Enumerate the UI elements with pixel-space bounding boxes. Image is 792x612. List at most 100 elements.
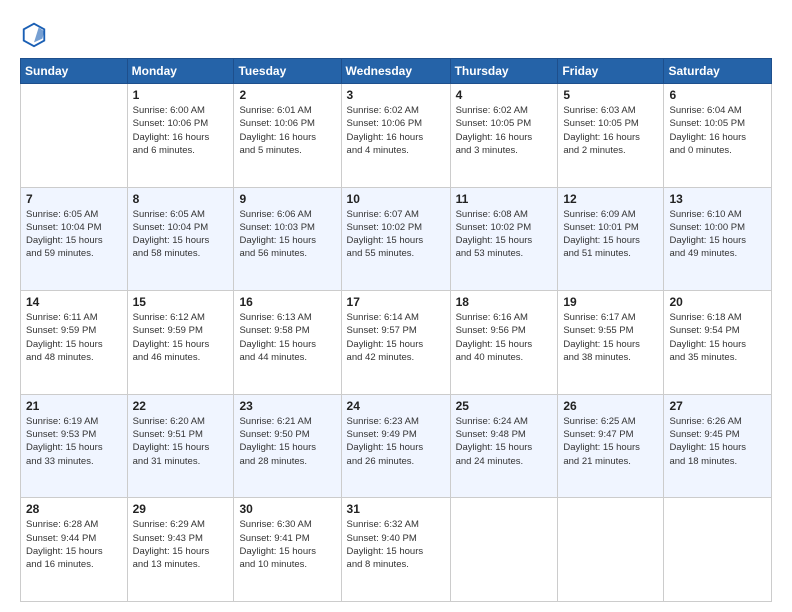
day-info: Sunrise: 6:19 AM Sunset: 9:53 PM Dayligh… xyxy=(26,415,122,468)
calendar-cell: 18 Sunrise: 6:16 AM Sunset: 9:56 PM Dayli… xyxy=(450,291,558,395)
day-header-tuesday: Tuesday xyxy=(234,59,341,84)
calendar-cell xyxy=(664,498,772,602)
day-info: Sunrise: 6:18 AM Sunset: 9:54 PM Dayligh… xyxy=(669,311,766,364)
day-number: 10 xyxy=(347,192,445,206)
day-number: 22 xyxy=(133,399,229,413)
day-number: 16 xyxy=(239,295,335,309)
day-info: Sunrise: 6:02 AM Sunset: 10:06 PM Daylig… xyxy=(347,104,445,157)
day-number: 20 xyxy=(669,295,766,309)
day-info: Sunrise: 6:21 AM Sunset: 9:50 PM Dayligh… xyxy=(239,415,335,468)
calendar-cell: 20 Sunrise: 6:18 AM Sunset: 9:54 PM Dayli… xyxy=(664,291,772,395)
day-number: 28 xyxy=(26,502,122,516)
day-header-wednesday: Wednesday xyxy=(341,59,450,84)
day-number: 4 xyxy=(456,88,553,102)
day-number: 27 xyxy=(669,399,766,413)
calendar-cell: 31 Sunrise: 6:32 AM Sunset: 9:40 PM Dayli… xyxy=(341,498,450,602)
day-number: 29 xyxy=(133,502,229,516)
week-row-3: 14 Sunrise: 6:11 AM Sunset: 9:59 PM Dayli… xyxy=(21,291,772,395)
calendar-cell: 12Sunrise: 6:09 AM Sunset: 10:01 PM Dayl… xyxy=(558,187,664,291)
day-number: 15 xyxy=(133,295,229,309)
day-number: 7 xyxy=(26,192,122,206)
calendar-cell: 14 Sunrise: 6:11 AM Sunset: 9:59 PM Dayli… xyxy=(21,291,128,395)
calendar-cell: 2 Sunrise: 6:01 AM Sunset: 10:06 PM Dayli… xyxy=(234,84,341,188)
calendar-cell: 30 Sunrise: 6:30 AM Sunset: 9:41 PM Dayli… xyxy=(234,498,341,602)
header-row: SundayMondayTuesdayWednesdayThursdayFrid… xyxy=(21,59,772,84)
day-info: Sunrise: 6:11 AM Sunset: 9:59 PM Dayligh… xyxy=(26,311,122,364)
calendar-cell: 8 Sunrise: 6:05 AM Sunset: 10:04 PM Dayli… xyxy=(127,187,234,291)
day-number: 31 xyxy=(347,502,445,516)
day-info: Sunrise: 6:26 AM Sunset: 9:45 PM Dayligh… xyxy=(669,415,766,468)
week-row-2: 7 Sunrise: 6:05 AM Sunset: 10:04 PM Dayli… xyxy=(21,187,772,291)
day-number: 14 xyxy=(26,295,122,309)
day-number: 8 xyxy=(133,192,229,206)
day-info: Sunrise: 6:09 AM Sunset: 10:01 PM Daylig… xyxy=(563,208,658,261)
calendar-cell xyxy=(21,84,128,188)
calendar-cell: 24 Sunrise: 6:23 AM Sunset: 9:49 PM Dayli… xyxy=(341,394,450,498)
day-info: Sunrise: 6:10 AM Sunset: 10:00 PM Daylig… xyxy=(669,208,766,261)
day-number: 21 xyxy=(26,399,122,413)
calendar-cell: 13Sunrise: 6:10 AM Sunset: 10:00 PM Dayl… xyxy=(664,187,772,291)
day-info: Sunrise: 6:06 AM Sunset: 10:03 PM Daylig… xyxy=(239,208,335,261)
day-number: 26 xyxy=(563,399,658,413)
day-number: 9 xyxy=(239,192,335,206)
calendar-cell: 3 Sunrise: 6:02 AM Sunset: 10:06 PM Dayli… xyxy=(341,84,450,188)
day-info: Sunrise: 6:03 AM Sunset: 10:05 PM Daylig… xyxy=(563,104,658,157)
calendar-cell: 11 Sunrise: 6:08 AM Sunset: 10:02 PM Dayl… xyxy=(450,187,558,291)
day-number: 11 xyxy=(456,192,553,206)
calendar-cell: 22 Sunrise: 6:20 AM Sunset: 9:51 PM Dayli… xyxy=(127,394,234,498)
day-number: 5 xyxy=(563,88,658,102)
day-info: Sunrise: 6:20 AM Sunset: 9:51 PM Dayligh… xyxy=(133,415,229,468)
calendar-cell: 26Sunrise: 6:25 AM Sunset: 9:47 PM Dayli… xyxy=(558,394,664,498)
calendar-cell xyxy=(558,498,664,602)
day-number: 24 xyxy=(347,399,445,413)
calendar-cell: 4 Sunrise: 6:02 AM Sunset: 10:05 PM Dayli… xyxy=(450,84,558,188)
day-number: 17 xyxy=(347,295,445,309)
calendar-cell: 10 Sunrise: 6:07 AM Sunset: 10:02 PM Dayl… xyxy=(341,187,450,291)
week-row-5: 28 Sunrise: 6:28 AM Sunset: 9:44 PM Dayli… xyxy=(21,498,772,602)
day-info: Sunrise: 6:28 AM Sunset: 9:44 PM Dayligh… xyxy=(26,518,122,571)
day-info: Sunrise: 6:16 AM Sunset: 9:56 PM Dayligh… xyxy=(456,311,553,364)
page: SundayMondayTuesdayWednesdayThursdayFrid… xyxy=(0,0,792,612)
calendar-cell: 7 Sunrise: 6:05 AM Sunset: 10:04 PM Dayli… xyxy=(21,187,128,291)
day-number: 30 xyxy=(239,502,335,516)
day-info: Sunrise: 6:23 AM Sunset: 9:49 PM Dayligh… xyxy=(347,415,445,468)
day-info: Sunrise: 6:05 AM Sunset: 10:04 PM Daylig… xyxy=(133,208,229,261)
day-info: Sunrise: 6:07 AM Sunset: 10:02 PM Daylig… xyxy=(347,208,445,261)
day-number: 1 xyxy=(133,88,229,102)
day-info: Sunrise: 6:13 AM Sunset: 9:58 PM Dayligh… xyxy=(239,311,335,364)
calendar-cell: 6Sunrise: 6:04 AM Sunset: 10:05 PM Dayli… xyxy=(664,84,772,188)
day-info: Sunrise: 6:08 AM Sunset: 10:02 PM Daylig… xyxy=(456,208,553,261)
calendar-table: SundayMondayTuesdayWednesdayThursdayFrid… xyxy=(20,58,772,602)
calendar-cell: 5 Sunrise: 6:03 AM Sunset: 10:05 PM Dayli… xyxy=(558,84,664,188)
week-row-4: 21 Sunrise: 6:19 AM Sunset: 9:53 PM Dayli… xyxy=(21,394,772,498)
day-header-monday: Monday xyxy=(127,59,234,84)
day-header-sunday: Sunday xyxy=(21,59,128,84)
calendar-cell: 1 Sunrise: 6:00 AM Sunset: 10:06 PM Dayli… xyxy=(127,84,234,188)
day-info: Sunrise: 6:02 AM Sunset: 10:05 PM Daylig… xyxy=(456,104,553,157)
day-number: 25 xyxy=(456,399,553,413)
calendar-cell: 29 Sunrise: 6:29 AM Sunset: 9:43 PM Dayli… xyxy=(127,498,234,602)
calendar-cell: 25 Sunrise: 6:24 AM Sunset: 9:48 PM Dayli… xyxy=(450,394,558,498)
day-info: Sunrise: 6:14 AM Sunset: 9:57 PM Dayligh… xyxy=(347,311,445,364)
day-info: Sunrise: 6:04 AM Sunset: 10:05 PM Daylig… xyxy=(669,104,766,157)
calendar-cell: 15Sunrise: 6:12 AM Sunset: 9:59 PM Dayli… xyxy=(127,291,234,395)
logo-icon xyxy=(20,20,48,48)
day-number: 19 xyxy=(563,295,658,309)
day-info: Sunrise: 6:32 AM Sunset: 9:40 PM Dayligh… xyxy=(347,518,445,571)
calendar-cell: 23Sunrise: 6:21 AM Sunset: 9:50 PM Dayli… xyxy=(234,394,341,498)
calendar-cell xyxy=(450,498,558,602)
day-info: Sunrise: 6:29 AM Sunset: 9:43 PM Dayligh… xyxy=(133,518,229,571)
day-info: Sunrise: 6:01 AM Sunset: 10:06 PM Daylig… xyxy=(239,104,335,157)
calendar-cell: 28 Sunrise: 6:28 AM Sunset: 9:44 PM Dayli… xyxy=(21,498,128,602)
day-number: 18 xyxy=(456,295,553,309)
calendar-cell: 19Sunrise: 6:17 AM Sunset: 9:55 PM Dayli… xyxy=(558,291,664,395)
calendar-cell: 21 Sunrise: 6:19 AM Sunset: 9:53 PM Dayli… xyxy=(21,394,128,498)
calendar-cell: 27 Sunrise: 6:26 AM Sunset: 9:45 PM Dayli… xyxy=(664,394,772,498)
day-info: Sunrise: 6:05 AM Sunset: 10:04 PM Daylig… xyxy=(26,208,122,261)
day-number: 2 xyxy=(239,88,335,102)
day-info: Sunrise: 6:24 AM Sunset: 9:48 PM Dayligh… xyxy=(456,415,553,468)
day-number: 3 xyxy=(347,88,445,102)
day-info: Sunrise: 6:30 AM Sunset: 9:41 PM Dayligh… xyxy=(239,518,335,571)
day-info: Sunrise: 6:00 AM Sunset: 10:06 PM Daylig… xyxy=(133,104,229,157)
calendar-cell: 17 Sunrise: 6:14 AM Sunset: 9:57 PM Dayli… xyxy=(341,291,450,395)
